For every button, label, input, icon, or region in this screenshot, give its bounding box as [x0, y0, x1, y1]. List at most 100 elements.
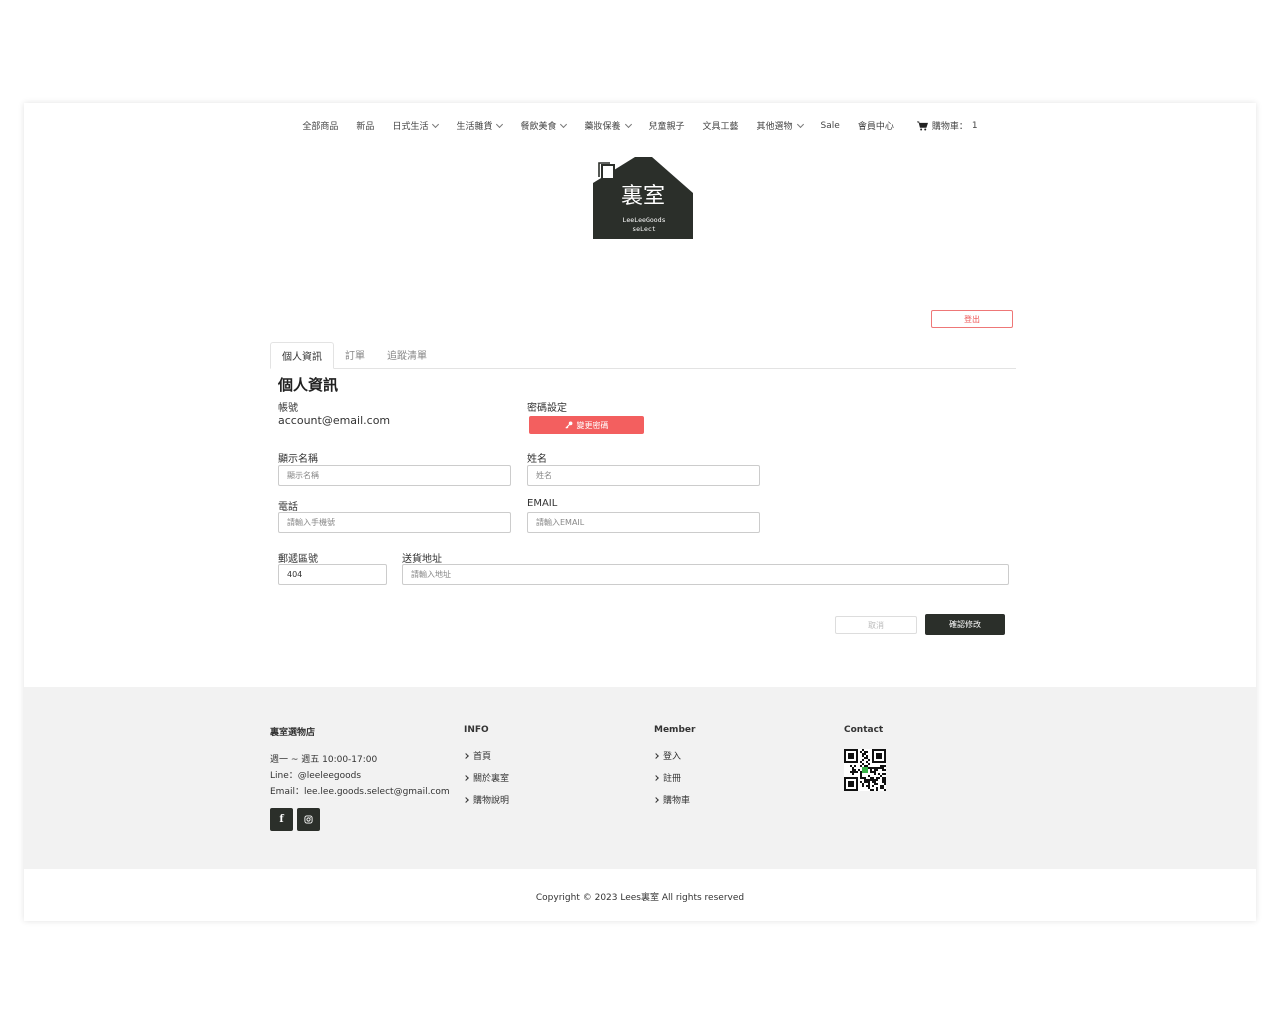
footer-link-home[interactable]: 首頁	[463, 749, 509, 762]
footer-store-name: 裏室選物店	[270, 728, 316, 738]
tab-label: 個人資訊	[282, 352, 322, 363]
tab-wishlist[interactable]: 追蹤清單	[376, 341, 438, 368]
change-password-button[interactable]: 變更密碼	[529, 416, 644, 434]
footer-hours: 週一 ~ 週五 10:00-17:00	[270, 755, 378, 765]
password-label: 密碼設定	[527, 403, 567, 414]
chevron-right-icon	[463, 796, 469, 803]
nav-label: 新品	[356, 122, 375, 132]
chevron-down-icon	[624, 120, 632, 128]
phone-label: 電話	[278, 502, 298, 513]
nav-item-food[interactable]: 餐飲美食	[520, 119, 568, 132]
cart-label: 購物車：	[931, 122, 968, 132]
footer: 裏室選物店 週一 ~ 週五 10:00-17:00 Line：@leeleego…	[24, 687, 1256, 869]
logout-button[interactable]: 登出	[931, 310, 1013, 328]
top-nav: 全部商品 新品 日式生活 生活雜貨 餐飲美食 藥妝保養 兒童親子 文具工藝 其他…	[24, 119, 1256, 132]
logout-label: 登出	[964, 314, 980, 324]
chevron-down-icon	[796, 120, 804, 128]
address-placeholder: 請輸入地址	[411, 570, 451, 579]
nav-item-beauty[interactable]: 藥妝保養	[584, 119, 632, 132]
footer-email: Email：lee.lee.goods.select@gmail.com	[270, 787, 450, 797]
nav-label: Sale	[820, 120, 840, 131]
nav-item-all-products[interactable]: 全部商品	[302, 119, 338, 132]
footer-link-cart[interactable]: 購物車	[653, 793, 695, 806]
nav-label: 全部商品	[302, 122, 339, 132]
footer-link-about[interactable]: 關於裏室	[463, 771, 510, 784]
key-icon	[564, 421, 572, 429]
nav-item-new[interactable]: 新品	[356, 119, 374, 132]
account-value: account@email.com	[278, 414, 391, 427]
nav-label: 餐飲美食	[520, 122, 557, 132]
tab-label: 追蹤清單	[387, 351, 427, 362]
tab-profile[interactable]: 個人資訊	[270, 342, 334, 369]
facebook-icon[interactable]: f	[270, 808, 293, 831]
nav-item-kids[interactable]: 兒童親子	[649, 119, 685, 132]
chevron-down-icon	[432, 120, 440, 128]
footer-store-column: 裏室選物店 週一 ~ 週五 10:00-17:00 Line：@leeleego…	[270, 725, 450, 831]
chevron-right-icon	[653, 752, 659, 759]
nav-item-sale[interactable]: Sale	[821, 121, 840, 131]
footer-contact-head: Contact	[844, 725, 884, 735]
footer-link-shopping-guide[interactable]: 購物說明	[463, 793, 510, 806]
instagram-icon[interactable]	[297, 808, 320, 831]
nav-item-lifestyle[interactable]: 生活雜貨	[456, 119, 504, 132]
nav-label: 生活雜貨	[456, 122, 493, 132]
footer-info-head: INFO	[464, 725, 489, 735]
tab-orders[interactable]: 訂單	[334, 341, 376, 368]
copyright: Copyright © 2023 Lees裏室 All rights reser…	[535, 893, 745, 903]
cancel-button[interactable]: 取消	[835, 616, 917, 634]
confirm-label: 確認修改	[949, 620, 981, 629]
email-placeholder: 請輸入EMAIL	[536, 518, 585, 527]
chevron-down-icon	[560, 120, 568, 128]
change-password-label: 變更密碼	[576, 420, 609, 430]
confirm-button[interactable]: 確認修改	[925, 614, 1005, 635]
footer-link-register[interactable]: 註冊	[653, 771, 695, 784]
cart-icon	[916, 121, 928, 130]
footer-link-label: 購物車	[663, 796, 691, 806]
nav-label: 會員中心	[857, 122, 894, 132]
name-label: 姓名	[527, 454, 547, 465]
footer-member-head: Member	[654, 725, 696, 735]
nav-label: 藥妝保養	[584, 122, 621, 132]
display-name-placeholder: 顯示名稱	[287, 471, 319, 480]
chevron-right-icon	[653, 774, 659, 781]
chevron-right-icon	[653, 796, 659, 803]
chevron-right-icon	[463, 774, 469, 781]
page-container: 全部商品 新品 日式生活 生活雜貨 餐飲美食 藥妝保養 兒童親子 文具工藝 其他…	[24, 103, 1256, 921]
footer-link-label: 登入	[663, 752, 682, 762]
zip-label: 郵遞區號	[278, 554, 318, 565]
nav-item-japanese-life[interactable]: 日式生活	[392, 119, 440, 132]
zip-input[interactable]: 404	[278, 564, 387, 585]
chevron-down-icon	[496, 120, 504, 128]
nav-item-others[interactable]: 其他選物	[757, 119, 804, 132]
zip-value: 404	[287, 570, 303, 579]
section-title: 個人資訊	[278, 376, 339, 394]
footer-link-label: 購物說明	[473, 796, 510, 806]
phone-input[interactable]: 請輸入手機號	[278, 512, 511, 533]
nav-item-member-center[interactable]: 會員中心	[858, 119, 894, 132]
name-input[interactable]: 姓名	[527, 465, 760, 486]
logo-line1: LeeLeeGoods	[622, 216, 665, 224]
account-tabs: 個人資訊 訂單 追蹤清單	[270, 342, 1016, 369]
footer-link-label: 註冊	[663, 774, 682, 784]
email-label: EMAIL	[527, 498, 558, 509]
footer-link-label: 關於裏室	[473, 774, 510, 784]
chevron-right-icon	[463, 752, 469, 759]
display-name-input[interactable]: 顯示名稱	[278, 465, 511, 486]
email-input[interactable]: 請輸入EMAIL	[527, 512, 760, 533]
footer-info-column: INFO 首頁 關於裏室 購物說明	[463, 725, 510, 815]
nav-label: 文具工藝	[702, 122, 739, 132]
footer-member-column: Member 登入 註冊 購物車	[653, 725, 696, 815]
footer-link-login[interactable]: 登入	[653, 749, 695, 762]
footer-line-id: Line：@leeleegoods	[270, 771, 362, 781]
cancel-label: 取消	[868, 620, 884, 630]
tab-label: 訂單	[345, 351, 365, 362]
line-qr-code[interactable]	[844, 749, 886, 791]
nav-item-stationery[interactable]: 文具工藝	[703, 119, 739, 132]
nav-label: 日式生活	[392, 122, 429, 132]
cart-link[interactable]: 購物車： 1	[916, 119, 978, 132]
nav-label: 兒童親子	[648, 122, 685, 132]
name-placeholder: 姓名	[536, 471, 552, 480]
address-input[interactable]: 請輸入地址	[402, 564, 1009, 585]
site-logo[interactable]: 裏室 LeeLeeGoods seLect	[588, 155, 698, 241]
account-label: 帳號	[278, 403, 298, 414]
